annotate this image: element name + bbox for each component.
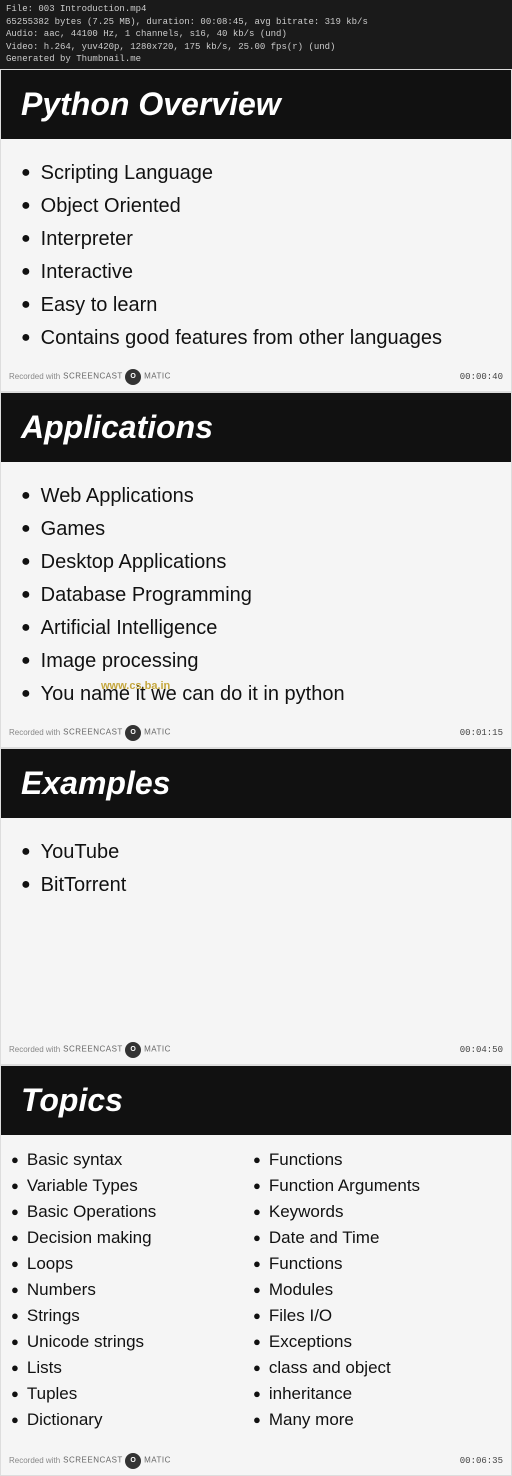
slide-topics-title: Topics [21, 1082, 491, 1119]
slide-examples-body-wrapper: YouTube BitTorrent [1, 818, 511, 1038]
slide-topics-timestamp: 00:06:35 [460, 1456, 503, 1466]
slide-applications-timestamp: 00:01:15 [460, 728, 503, 738]
list-item: Function Arguments [253, 1173, 495, 1199]
screencast-branding: Recorded with SCREENCAST O MATIC [9, 369, 171, 385]
screencast-logo-text: SCREENCAST O MATIC [63, 369, 171, 385]
list-item: Strings [11, 1303, 253, 1329]
screencast-logo-icon: O [125, 369, 141, 385]
file-info-line2: 65255382 bytes (7.25 MB), duration: 00:0… [6, 16, 506, 29]
slide-applications-body: Web Applications Games Desktop Applicati… [1, 462, 511, 721]
slide-overview-body-wrapper: Scripting Language Object Oriented Inter… [1, 139, 511, 365]
list-item: Games [21, 513, 491, 546]
topics-col1-list: Basic syntax Variable Types Basic Operat… [11, 1147, 253, 1433]
slide-examples-list: YouTube BitTorrent [21, 836, 491, 902]
file-info-line3: Audio: aac, 44100 Hz, 1 channels, s16, 4… [6, 28, 506, 41]
list-item: Functions [253, 1147, 495, 1173]
list-item: Basic syntax [11, 1147, 253, 1173]
slide-examples-body: YouTube BitTorrent [1, 818, 511, 1038]
topics-col2-list: Functions Function Arguments Keywords Da… [253, 1147, 495, 1433]
slide-overview-title: Python Overview [21, 86, 491, 123]
screencast-branding-3: Recorded with SCREENCAST O MATIC [9, 1042, 171, 1058]
recorded-with-text-2: Recorded with [9, 728, 60, 737]
slide-applications-header: Applications [1, 393, 511, 462]
list-item: Object Oriented [21, 190, 491, 223]
list-item: Easy to learn [21, 289, 491, 322]
list-item: Interactive [21, 256, 491, 289]
list-item: inheritance [253, 1381, 495, 1407]
list-item: Dictionary [11, 1407, 253, 1433]
screencast-branding-2: Recorded with SCREENCAST O MATIC [9, 725, 171, 741]
list-item: Date and Time [253, 1225, 495, 1251]
slide-topics: Topics Basic syntax Variable Types Basic… [0, 1065, 512, 1476]
slide-examples-header: Examples [1, 749, 511, 818]
file-info-line5: Generated by Thumbnail.me [6, 53, 506, 66]
slide-applications-list: Web Applications Games Desktop Applicati… [21, 480, 491, 711]
slide-applications-title: Applications [21, 409, 491, 446]
slide-topics-header: Topics [1, 1066, 511, 1135]
slide-overview-body: Scripting Language Object Oriented Inter… [1, 139, 511, 365]
list-item: Modules [253, 1277, 495, 1303]
list-item: Decision making [11, 1225, 253, 1251]
slide-topics-body: Basic syntax Variable Types Basic Operat… [1, 1135, 511, 1449]
recorded-with-text-4: Recorded with [9, 1456, 60, 1465]
slide-examples: Examples YouTube BitTorrent Recorded wit… [0, 748, 512, 1065]
list-item: Desktop Applications [21, 546, 491, 579]
screencast-logo-icon-3: O [125, 1042, 141, 1058]
list-item: Image processing [21, 645, 491, 678]
list-item: Unicode strings [11, 1329, 253, 1355]
slide-overview-footer: Recorded with SCREENCAST O MATIC 00:00:4… [1, 365, 511, 391]
list-item: Files I/O [253, 1303, 495, 1329]
list-item: Scripting Language [21, 157, 491, 190]
slide-applications: Applications Web Applications Games Desk… [0, 392, 512, 748]
slide-examples-title: Examples [21, 765, 491, 802]
file-info-line1: File: 003 Introduction.mp4 [6, 3, 506, 16]
list-item: Interpreter [21, 223, 491, 256]
list-item: BitTorrent [21, 869, 491, 902]
screencast-logo-icon-2: O [125, 725, 141, 741]
slide-examples-timestamp: 00:04:50 [460, 1045, 503, 1055]
list-item: Contains good features from other langua… [21, 322, 491, 355]
screencast-logo-text-4: SCREENCAST O MATIC [63, 1453, 171, 1469]
list-item: Artificial Intelligence [21, 612, 491, 645]
slide-overview-list: Scripting Language Object Oriented Inter… [21, 157, 491, 355]
list-item: You name it we can do it in python www.c… [21, 678, 491, 711]
slide-overview-header: Python Overview [1, 70, 511, 139]
screencast-logo-icon-4: O [125, 1453, 141, 1469]
slide-topics-body-wrapper: Basic syntax Variable Types Basic Operat… [1, 1135, 511, 1449]
list-item: Lists [11, 1355, 253, 1381]
list-item: class and object [253, 1355, 495, 1381]
slide-applications-body-wrapper: Web Applications Games Desktop Applicati… [1, 462, 511, 721]
topics-two-col: Basic syntax Variable Types Basic Operat… [11, 1147, 495, 1433]
list-item: Many more [253, 1407, 495, 1433]
screencast-branding-4: Recorded with SCREENCAST O MATIC [9, 1453, 171, 1469]
topics-col1: Basic syntax Variable Types Basic Operat… [11, 1147, 253, 1433]
list-item: Basic Operations [11, 1199, 253, 1225]
slide-topics-footer: Recorded with SCREENCAST O MATIC 00:06:3… [1, 1449, 511, 1475]
recorded-with-text: Recorded with [9, 372, 60, 381]
list-item: Exceptions [253, 1329, 495, 1355]
screencast-logo-text-2: SCREENCAST O MATIC [63, 725, 171, 741]
topics-col2: Functions Function Arguments Keywords Da… [253, 1147, 495, 1433]
recorded-with-text-3: Recorded with [9, 1045, 60, 1054]
list-item: Web Applications [21, 480, 491, 513]
slide-overview: Python Overview Scripting Language Objec… [0, 69, 512, 392]
slide-applications-footer: Recorded with SCREENCAST O MATIC 00:01:1… [1, 721, 511, 747]
list-item: Variable Types [11, 1173, 253, 1199]
slide-overview-timestamp: 00:00:40 [460, 372, 503, 382]
screencast-logo-text-3: SCREENCAST O MATIC [63, 1042, 171, 1058]
file-info-bar: File: 003 Introduction.mp4 65255382 byte… [0, 0, 512, 69]
list-item: Functions [253, 1251, 495, 1277]
list-item: Keywords [253, 1199, 495, 1225]
file-info-line4: Video: h.264, yuv420p, 1280x720, 175 kb/… [6, 41, 506, 54]
list-item: Database Programming [21, 579, 491, 612]
list-item: Loops [11, 1251, 253, 1277]
list-item: YouTube [21, 836, 491, 869]
slide-examples-footer: Recorded with SCREENCAST O MATIC 00:04:5… [1, 1038, 511, 1064]
list-item: Numbers [11, 1277, 253, 1303]
list-item: Tuples [11, 1381, 253, 1407]
